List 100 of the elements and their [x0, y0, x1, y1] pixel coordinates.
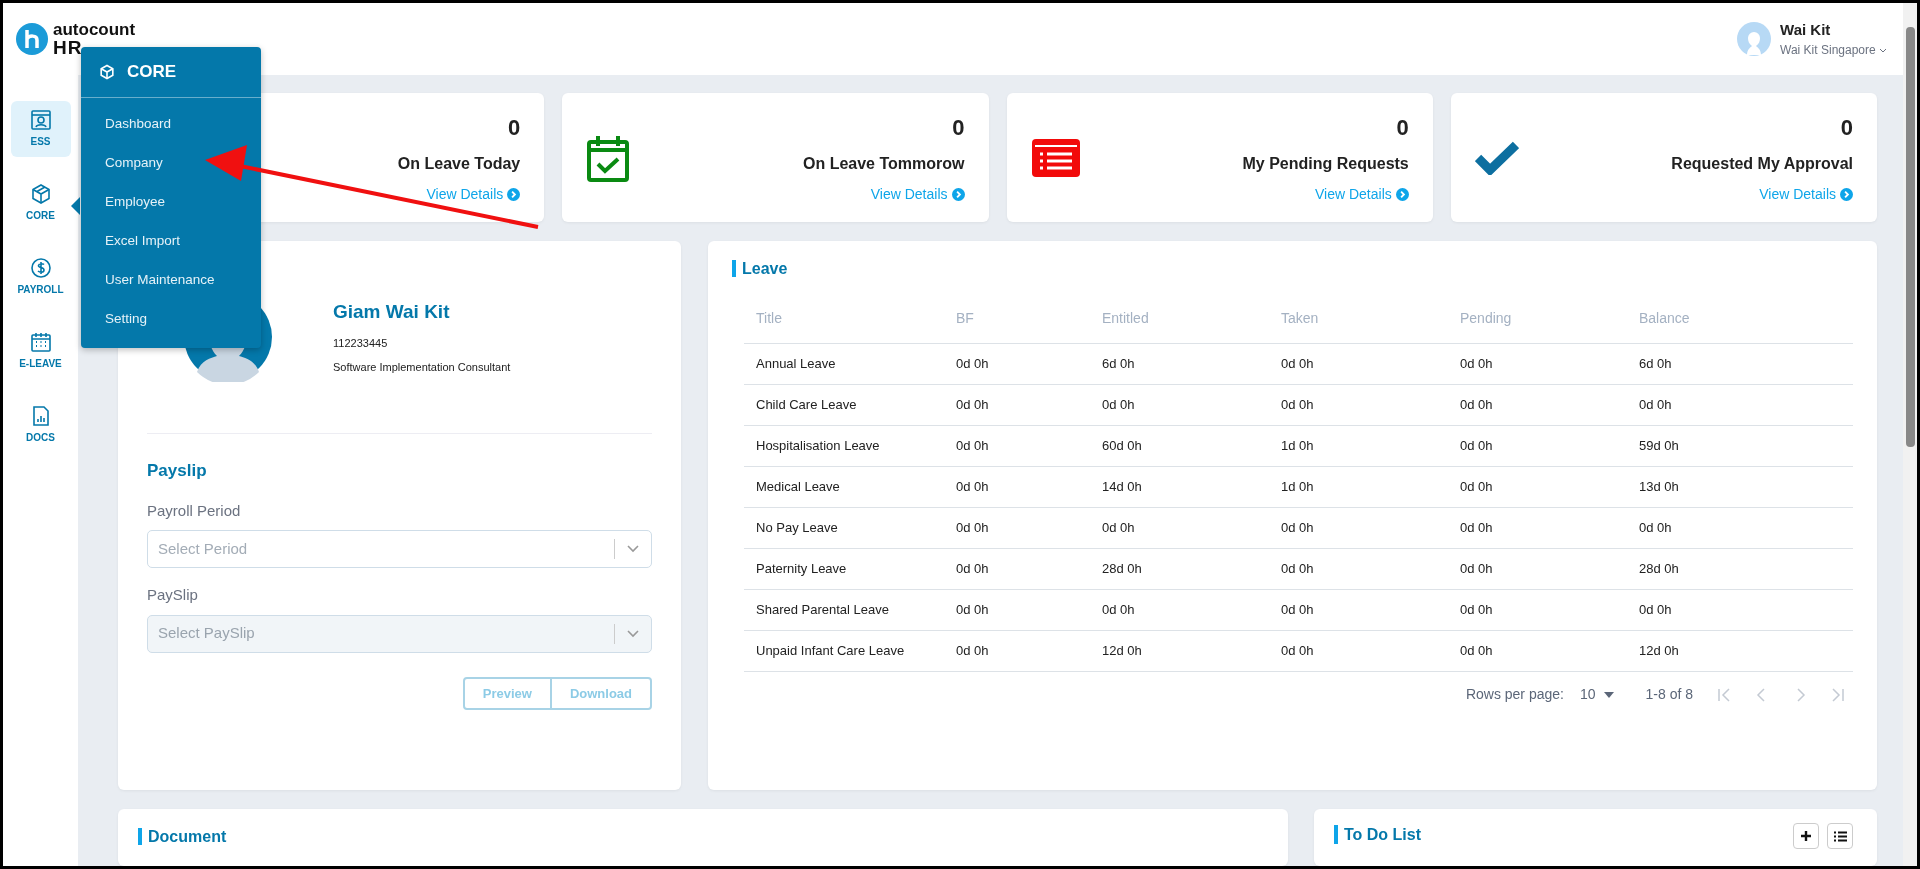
employee-name: Giam Wai Kit [333, 300, 451, 325]
table-cell: 0d 0h [1448, 589, 1627, 630]
menu-item[interactable]: Employee [81, 181, 261, 221]
logo-text: HR [53, 38, 84, 57]
view-details-link[interactable]: View Details [870, 183, 965, 205]
add-button[interactable] [1793, 823, 1819, 849]
table-cell: Medical Leave [744, 466, 944, 507]
count-number: 0 [952, 113, 965, 142]
menu-item[interactable]: Setting [81, 298, 261, 338]
rows-per-page-dropdown[interactable]: 10 [1571, 680, 1622, 709]
section-title: Document [138, 828, 227, 845]
column-header: Pending [1448, 295, 1627, 343]
table-cell: 0d 0h [1090, 507, 1269, 548]
column-header: BF [944, 295, 1090, 343]
table-cell: 14d 0h [1090, 466, 1269, 507]
table-cell: 0d 0h [1627, 384, 1853, 425]
section-title: Payslip [147, 460, 208, 482]
checkmark-icon [1474, 140, 1519, 175]
count-number: 0 [1396, 113, 1409, 142]
plus-icon [1800, 830, 1812, 842]
table-cell: 0d 0h [1269, 548, 1448, 589]
table-cell: 0d 0h [1627, 507, 1853, 548]
table-cell: 0d 0h [1448, 466, 1627, 507]
table-cell: Hospitalisation Leave [744, 425, 944, 466]
view-details-link[interactable]: View Details [426, 183, 521, 205]
table-cell: 1d 0h [1269, 425, 1448, 466]
table-cell: 0d 0h [1627, 589, 1853, 630]
field-label: PaySlip [147, 585, 199, 605]
menu-item[interactable]: Excel Import [81, 220, 261, 260]
scrollbar-thumb[interactable] [1906, 27, 1915, 447]
table-cell: 0d 0h [1090, 589, 1269, 630]
table-cell: 0d 0h [944, 589, 1090, 630]
chevron-circle-icon [951, 187, 965, 201]
company-dropdown[interactable]: Wai Kit Singapore [1780, 41, 1887, 60]
avatar-icon [1736, 21, 1773, 57]
dollar-icon [29, 257, 52, 279]
table-cell: 0d 0h [1448, 548, 1627, 589]
sidebar-item[interactable]: DOCS [10, 397, 71, 453]
table-cell: 0d 0h [944, 343, 1090, 384]
section-title: To Do List [1334, 825, 1422, 845]
employee-id: 112233445 [333, 335, 389, 351]
cube-icon [29, 183, 52, 205]
table-cell: 0d 0h [1269, 589, 1448, 630]
table-cell: 0d 0h [1448, 507, 1627, 548]
view-details-link[interactable]: View Details [1314, 183, 1409, 205]
table-cell: No Pay Leave [744, 507, 944, 548]
table-cell: 0d 0h [944, 507, 1090, 548]
menu-item[interactable]: Dashboard [81, 103, 261, 143]
page-range: 1-8 of 8 [1645, 685, 1693, 704]
select-field[interactable]: Select Period [147, 530, 652, 568]
table-cell: 0d 0h [1269, 630, 1448, 671]
user-name: Wai Kit [1780, 19, 1832, 40]
card-label: On Leave Today [397, 153, 521, 174]
table-cell: 0d 0h [944, 384, 1090, 425]
table-cell: 28d 0h [1627, 548, 1853, 589]
table-cell: 0d 0h [1269, 507, 1448, 548]
logo-text: autocount [53, 21, 136, 38]
scrollbar[interactable] [1903, 3, 1917, 866]
menu-item[interactable]: User Maintenance [81, 259, 261, 299]
column-header: Taken [1269, 295, 1448, 343]
view-details-link[interactable]: View Details [1759, 183, 1853, 205]
table-cell: 0d 0h [1090, 384, 1269, 425]
table-cell: 1d 0h [1269, 466, 1448, 507]
table-cell: 6d 0h [1627, 343, 1853, 384]
sidebar-item[interactable]: PAYROLL [10, 249, 71, 305]
table-cell: 12d 0h [1090, 630, 1269, 671]
chevron-down-icon [627, 629, 639, 638]
sidebar-item[interactable]: E-LEAVE [10, 323, 71, 379]
table-cell: 12d 0h [1627, 630, 1853, 671]
table-cell: 28d 0h [1090, 548, 1269, 589]
list-button[interactable] [1827, 823, 1853, 849]
table-cell: 0d 0h [1448, 630, 1627, 671]
sidebar-item[interactable]: CORE [10, 175, 71, 231]
first-page-icon[interactable] [1717, 687, 1731, 702]
list-icon [1030, 137, 1081, 178]
menu-item[interactable]: Company [81, 142, 261, 182]
chevron-down-icon [627, 545, 639, 553]
chevron-circle-icon [1395, 187, 1409, 201]
card-label: My Pending Requests [1242, 153, 1409, 174]
table-cell: Child Care Leave [744, 384, 944, 425]
count-number: 0 [508, 113, 521, 142]
last-page-icon[interactable] [1831, 687, 1845, 702]
table-cell: 6d 0h [1090, 343, 1269, 384]
sidebar-item[interactable]: ESS [10, 101, 71, 157]
table-cell: Annual Leave [744, 343, 944, 384]
table-cell: 0d 0h [1448, 343, 1627, 384]
menu-title: CORE [127, 61, 177, 83]
card-label: On Leave Tommorow [803, 153, 965, 174]
section-title: Leave [732, 260, 788, 277]
chevron-circle-icon [1840, 187, 1853, 201]
table-cell: Unpaid Infant Care Leave [744, 630, 944, 671]
employee-position: Software Implementation Consultant [333, 360, 511, 376]
table-cell: 0d 0h [944, 548, 1090, 589]
calendar-icon [29, 331, 52, 353]
id-card-icon [29, 109, 52, 131]
count-number: 0 [1840, 113, 1853, 142]
rows-per-page-label: Rows per page: [1465, 685, 1564, 704]
column-header: Title [744, 295, 944, 343]
table-cell: 0d 0h [944, 630, 1090, 671]
column-header: Entitled [1090, 295, 1269, 343]
